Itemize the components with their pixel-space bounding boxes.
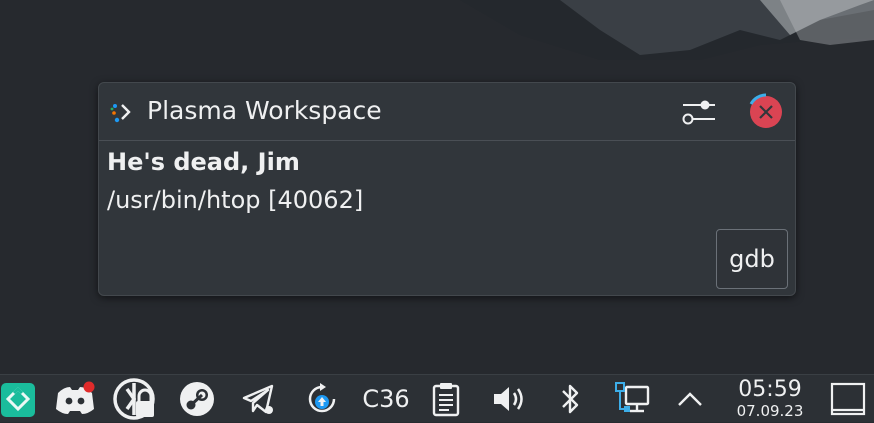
configure-button[interactable]: [679, 95, 719, 129]
gdb-action-button[interactable]: gdb: [716, 229, 788, 289]
network-tray-button[interactable]: [612, 375, 652, 423]
bluetooth-icon: [558, 381, 582, 417]
app-launcher-icon: [1, 379, 35, 419]
clipboard-icon: [431, 381, 461, 417]
keepassxc-icon: [112, 377, 158, 421]
notification-app-name: Plasma Workspace: [147, 96, 382, 125]
discord-icon: [52, 379, 98, 419]
configure-icon: [679, 100, 719, 133]
tray-indicator-text[interactable]: C36: [358, 375, 414, 423]
notification-header: Plasma Workspace: [99, 83, 795, 141]
clock-date: 07.09.23: [736, 402, 804, 420]
notification-popup: Plasma Workspace He's dead, Jim /usr/bin…: [98, 82, 796, 296]
bluetooth-tray-button[interactable]: [552, 375, 588, 423]
tray-expand-icon: [676, 389, 704, 409]
clock-time: 05:59: [738, 377, 802, 402]
show-desktop-button[interactable]: [826, 375, 870, 423]
network-icon: [612, 379, 652, 419]
taskbar: C36 05:59 07.09.23: [0, 374, 874, 422]
keepassxc-tray-button[interactable]: [112, 375, 158, 423]
digital-clock[interactable]: 05:59 07.09.23: [722, 375, 818, 423]
discord-tray-button[interactable]: [52, 375, 98, 423]
close-button[interactable]: [747, 93, 785, 131]
update-icon: [304, 381, 340, 417]
telegram-tray-button[interactable]: [238, 375, 278, 423]
volume-tray-button[interactable]: [488, 375, 528, 423]
update-tray-button[interactable]: [302, 375, 342, 423]
app-launcher-button[interactable]: [0, 375, 36, 423]
close-icon: [747, 93, 785, 135]
telegram-icon: [240, 381, 276, 417]
notification-body: /usr/bin/htop [40062]: [107, 186, 364, 214]
notification-summary: He's dead, Jim: [107, 148, 300, 176]
volume-icon: [490, 381, 526, 417]
show-desktop-icon: [830, 381, 866, 417]
clipboard-tray-button[interactable]: [428, 375, 464, 423]
tray-expand-button[interactable]: [672, 375, 708, 423]
steam-icon: [177, 379, 217, 419]
steam-tray-button[interactable]: [176, 375, 218, 423]
plasma-icon: [109, 100, 135, 126]
